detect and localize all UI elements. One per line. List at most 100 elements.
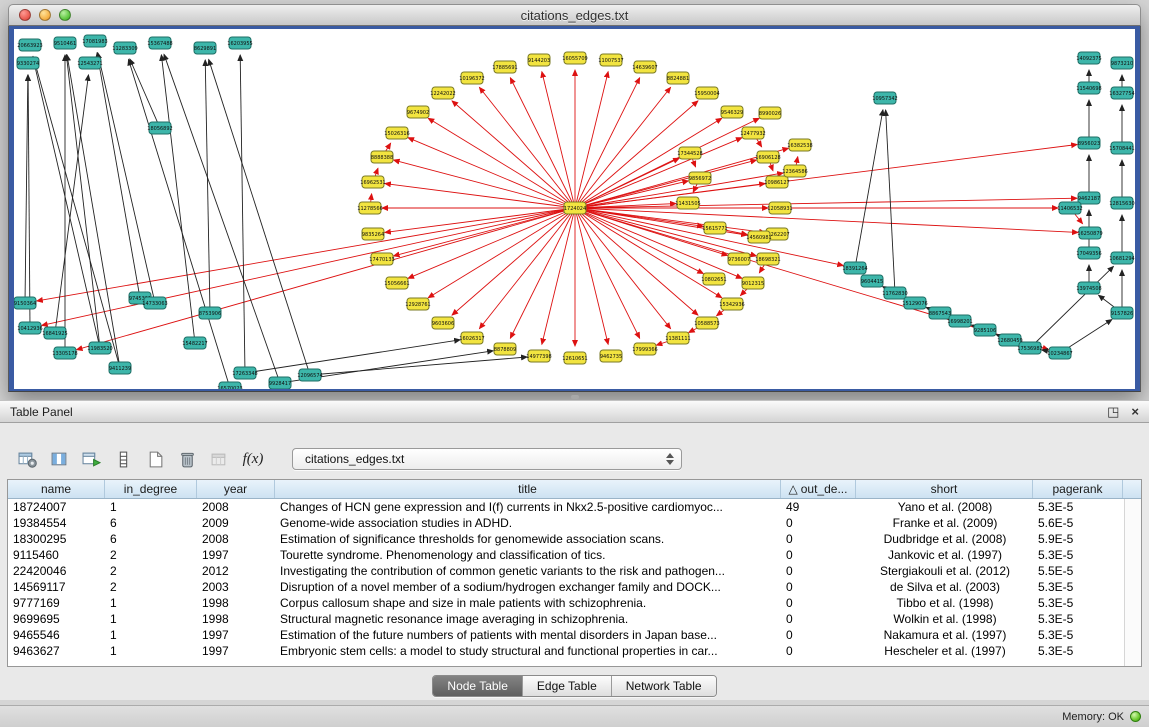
network-node[interactable]: 13974508	[1076, 282, 1101, 294]
network-node[interactable]: 17049356	[1076, 247, 1101, 259]
network-edge[interactable]	[66, 55, 100, 348]
export-table-button[interactable]	[78, 447, 104, 471]
network-node[interactable]: 16250879	[1077, 227, 1102, 239]
network-node[interactable]: 16203955	[227, 37, 252, 49]
network-node[interactable]: 16962531	[360, 176, 385, 188]
network-node[interactable]: 9157826	[1111, 307, 1133, 319]
network-node[interactable]: 15482217	[182, 337, 207, 349]
network-node[interactable]: 8956023	[1078, 137, 1100, 149]
network-node[interactable]: 9604415	[861, 275, 883, 287]
network-node[interactable]: 14733063	[142, 297, 167, 309]
network-node[interactable]: 8990026	[759, 107, 781, 119]
network-node[interactable]: 12928761	[405, 298, 430, 310]
network-node[interactable]: 16570023	[217, 382, 242, 389]
network-node[interactable]: 8629891	[194, 42, 216, 54]
network-node[interactable]: 17885691	[492, 61, 517, 73]
network-node[interactable]: 12058931	[767, 202, 792, 214]
network-edge[interactable]	[240, 55, 245, 373]
column-header-title[interactable]: title	[275, 480, 781, 498]
network-node[interactable]: 16327754	[1109, 87, 1134, 99]
network-edge[interactable]	[1030, 266, 1113, 348]
network-node[interactable]: 14092375	[1076, 52, 1101, 64]
column-header-pagerank[interactable]: pagerank	[1033, 480, 1123, 498]
network-node[interactable]: 9144203	[528, 54, 550, 66]
network-node[interactable]: 12242022	[430, 87, 455, 99]
network-node[interactable]: 11007537	[598, 54, 623, 66]
network-edge[interactable]	[855, 110, 883, 268]
show-columns-button[interactable]	[46, 447, 72, 471]
network-node[interactable]: 12477932	[740, 127, 765, 139]
network-node[interactable]: 15950004	[694, 87, 719, 99]
column-header-in_degree[interactable]: in_degree	[105, 480, 197, 498]
network-node[interactable]: 15367488	[147, 37, 172, 49]
network-node[interactable]: 12543271	[77, 57, 102, 69]
network-node[interactable]: 15615771	[702, 222, 727, 234]
network-node[interactable]: 14639607	[632, 61, 657, 73]
network-node[interactable]: 11762830	[882, 287, 907, 299]
network-edge[interactable]	[28, 75, 30, 328]
network-node[interactable]: 8824881	[667, 72, 689, 84]
network-node[interactable]: 15056661	[384, 277, 409, 289]
tab-node-table[interactable]: Node Table	[433, 676, 523, 696]
table-row[interactable]: 977716911998Corpus callosum shape and si…	[8, 595, 1125, 611]
network-edge[interactable]	[164, 54, 280, 383]
network-node[interactable]: 9835264	[362, 228, 384, 240]
network-node[interactable]: 17999366	[632, 343, 657, 355]
network-node[interactable]: 1724024	[564, 202, 586, 214]
network-edge[interactable]	[25, 75, 28, 303]
network-node[interactable]: 16026317	[459, 332, 484, 344]
network-node[interactable]: 11540698	[1076, 82, 1101, 94]
network-node[interactable]: 15129076	[902, 297, 927, 309]
network-node[interactable]: 9674902	[407, 106, 429, 118]
network-node[interactable]: 9510461	[54, 37, 76, 49]
network-edge[interactable]	[98, 53, 155, 303]
table-row[interactable]: 946554611997Estimation of the future num…	[8, 627, 1125, 643]
network-node[interactable]: 16382538	[787, 139, 812, 151]
delete-table-button[interactable]	[174, 447, 200, 471]
network-node[interactable]: 10412936	[17, 322, 42, 334]
table-row[interactable]: 946362711997Embryonic stem cells: a mode…	[8, 643, 1125, 659]
network-node[interactable]: 17536982	[1017, 342, 1042, 354]
table-row[interactable]: 911546021997Tourette syndrome. Phenomeno…	[8, 547, 1125, 563]
network-node[interactable]: 12096574	[297, 369, 322, 381]
network-node[interactable]: 16055709	[562, 52, 587, 64]
network-node[interactable]: 11431505	[675, 197, 700, 209]
network-node[interactable]: 11278566	[357, 202, 382, 214]
network-node[interactable]: 8867543	[929, 307, 951, 319]
table-row[interactable]: 1830029562008Estimation of significance …	[8, 531, 1125, 547]
network-node[interactable]: 11406532	[1057, 202, 1082, 214]
network-edge[interactable]	[33, 57, 120, 368]
network-node[interactable]: 9150364	[14, 297, 36, 309]
column-header-year[interactable]: year	[197, 480, 275, 498]
tab-network-table[interactable]: Network Table	[612, 676, 716, 696]
network-edge[interactable]	[575, 118, 759, 208]
network-node[interactable]: 9928417	[269, 377, 291, 389]
minimize-window-button[interactable]	[39, 9, 51, 21]
network-node[interactable]: 18698321	[755, 253, 780, 265]
new-table-button[interactable]	[142, 447, 168, 471]
network-node[interactable]: 17344528	[677, 147, 702, 159]
network-node[interactable]: 16998201	[947, 315, 972, 327]
network-canvas[interactable]: 1724024120589311626220718698321901231515…	[14, 29, 1135, 389]
network-node[interactable]: 8888388	[371, 151, 393, 163]
network-node[interactable]: 9856972	[689, 172, 711, 184]
network-node[interactable]: 9603606	[432, 317, 454, 329]
network-edge[interactable]	[77, 208, 575, 350]
network-node[interactable]: 15026316	[384, 127, 409, 139]
network-node[interactable]: 10234867	[1047, 347, 1072, 359]
network-window-titlebar[interactable]: citations_edges.txt	[8, 4, 1141, 26]
network-node[interactable]: 13305178	[52, 347, 77, 359]
table-row[interactable]: 2242004622012Investigating the contribut…	[8, 563, 1125, 579]
network-node[interactable]: 15342936	[719, 298, 744, 310]
network-node[interactable]: 9462735	[600, 350, 622, 362]
network-edge[interactable]	[310, 357, 527, 375]
network-node[interactable]: 11983520	[87, 342, 112, 354]
column-header-out_degree[interactable]: △out_de...	[781, 480, 856, 498]
network-node[interactable]: 9285106	[974, 324, 996, 336]
network-node[interactable]: 9411239	[109, 362, 131, 374]
network-node[interactable]: 17470133	[369, 253, 394, 265]
float-panel-icon[interactable]: ◳	[1107, 405, 1119, 418]
table-mode-button[interactable]	[14, 447, 40, 471]
network-node[interactable]: 12815630	[1109, 197, 1134, 209]
network-node[interactable]: 9012315	[742, 277, 764, 289]
